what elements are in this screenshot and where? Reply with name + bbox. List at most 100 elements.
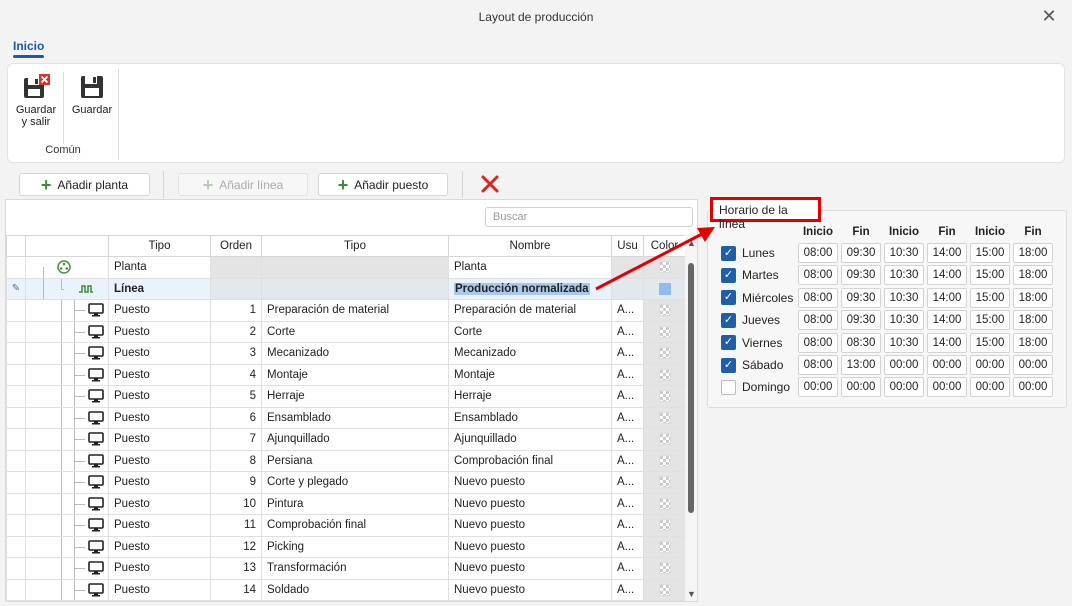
cell-usu[interactable]: A... (611, 428, 644, 451)
cell-nombre[interactable]: Ajunquillado (448, 428, 612, 451)
time-input-start[interactable]: 00:00 (970, 377, 1010, 398)
cell-color[interactable] (643, 449, 686, 472)
cell-usu[interactable]: A... (611, 299, 644, 322)
cell-tipo-puesto[interactable]: Herraje (261, 385, 449, 408)
cell-usu[interactable]: A... (611, 363, 644, 386)
time-input-end[interactable]: 14:00 (927, 243, 967, 263)
cell-orden[interactable]: 11 (210, 514, 262, 537)
time-input-start[interactable]: 08:00 (798, 243, 838, 263)
table-row[interactable]: Puesto 12 Picking Nuevo puesto A... (6, 535, 686, 558)
time-input-end[interactable]: 18:00 (1013, 332, 1053, 353)
cell-orden[interactable]: 1 (210, 299, 262, 322)
time-input-end[interactable]: 00:00 (1013, 355, 1053, 375)
time-input-end[interactable]: 09:30 (841, 243, 881, 263)
cell-color[interactable] (643, 342, 686, 365)
day-checkbox[interactable]: ✓ (721, 245, 736, 261)
col-header-color[interactable]: Color (643, 235, 686, 257)
time-input-end[interactable]: 08:30 (841, 332, 881, 353)
day-checkbox[interactable] (721, 379, 736, 395)
time-input-end[interactable]: 18:00 (1013, 265, 1053, 286)
cell-usu[interactable]: A... (611, 385, 644, 408)
add-station-button[interactable]: + Añadir puesto (318, 173, 448, 196)
cell-usu[interactable]: A... (611, 492, 644, 515)
cell-color[interactable] (643, 406, 686, 429)
cell-nombre[interactable]: Preparación de material (448, 299, 612, 322)
cell-tipo-puesto[interactable]: Ajunquillado (261, 428, 449, 451)
search-input[interactable]: Buscar (485, 207, 693, 227)
time-input-start[interactable]: 10:30 (884, 243, 924, 263)
time-input-end[interactable]: 09:30 (841, 265, 881, 286)
cell-nombre[interactable]: Mecanizado (448, 342, 612, 365)
table-row[interactable]: Puesto 4 Montaje Montaje A... (6, 363, 686, 386)
time-input-start[interactable]: 00:00 (884, 377, 924, 398)
time-input-start[interactable]: 00:00 (798, 377, 838, 398)
cell-color[interactable] (643, 492, 686, 515)
table-row[interactable]: Puesto 6 Ensamblado Ensamblado A... (6, 406, 686, 429)
time-input-start[interactable]: 15:00 (970, 265, 1010, 286)
cell-tipo-puesto[interactable]: Persiana (261, 449, 449, 472)
table-row[interactable]: Puesto 5 Herraje Herraje A... (6, 385, 686, 408)
table-row[interactable]: Puesto 3 Mecanizado Mecanizado A... (6, 342, 686, 365)
table-row[interactable]: Puesto 8 Persiana Comprobación final A... (6, 449, 686, 472)
cell-nombre[interactable]: Nuevo puesto (448, 535, 612, 558)
cell-orden[interactable]: 5 (210, 385, 262, 408)
cell-color[interactable] (643, 557, 686, 580)
cell-usu[interactable]: A... (611, 320, 644, 343)
table-row-line[interactable]: ✎ Línea Producción normalizada (6, 277, 686, 300)
time-input-start[interactable]: 08:00 (798, 332, 838, 353)
time-input-end[interactable]: 00:00 (841, 377, 881, 398)
time-input-start[interactable]: 15:00 (970, 287, 1010, 308)
time-input-start[interactable]: 00:00 (970, 355, 1010, 375)
cell-tipo-puesto[interactable]: Montaje (261, 363, 449, 386)
cell-tipo-puesto[interactable]: Corte (261, 320, 449, 343)
cell-orden[interactable]: 9 (210, 471, 262, 494)
time-input-end[interactable]: 00:00 (1013, 377, 1053, 398)
cell-nombre[interactable]: Nuevo puesto (448, 578, 612, 601)
time-input-start[interactable]: 10:30 (884, 287, 924, 308)
cell-color[interactable] (643, 578, 686, 601)
save-button[interactable]: Guardar (68, 74, 116, 116)
cell-color[interactable] (643, 320, 686, 343)
cell-nombre[interactable]: Nuevo puesto (448, 471, 612, 494)
cell-color[interactable] (643, 277, 686, 300)
cell-color[interactable] (643, 535, 686, 558)
cell-usu[interactable]: A... (611, 578, 644, 601)
close-icon[interactable]: ✕ (1040, 7, 1058, 25)
time-input-end[interactable]: 18:00 (1013, 243, 1053, 263)
time-input-end[interactable]: 18:00 (1013, 310, 1053, 331)
col-header-tipo[interactable]: Tipo (108, 235, 211, 257)
cell-tipo-puesto[interactable]: Mecanizado (261, 342, 449, 365)
cell-usu[interactable]: A... (611, 535, 644, 558)
table-row[interactable]: Puesto 7 Ajunquillado Ajunquillado A... (6, 428, 686, 451)
time-input-start[interactable]: 08:00 (798, 265, 838, 286)
cell-usu[interactable]: A... (611, 406, 644, 429)
day-checkbox[interactable]: ✓ (721, 267, 736, 283)
cell-orden[interactable]: 13 (210, 557, 262, 580)
cell-orden[interactable]: 14 (210, 578, 262, 601)
col-header-nombre[interactable]: Nombre (448, 235, 612, 257)
cell-orden[interactable]: 2 (210, 320, 262, 343)
cell-orden[interactable]: 8 (210, 449, 262, 472)
day-checkbox[interactable]: ✓ (721, 290, 736, 306)
cell-orden[interactable]: 12 (210, 535, 262, 558)
cell-orden[interactable]: 10 (210, 492, 262, 515)
cell-nombre[interactable]: Ensamblado (448, 406, 612, 429)
time-input-start[interactable]: 00:00 (884, 355, 924, 375)
time-input-start[interactable]: 15:00 (970, 310, 1010, 331)
cell-nombre[interactable]: Montaje (448, 363, 612, 386)
time-input-end[interactable]: 00:00 (927, 377, 967, 398)
col-header-usu[interactable]: Usu (611, 235, 644, 257)
cell-color[interactable] (643, 385, 686, 408)
cell-usu[interactable]: A... (611, 342, 644, 365)
time-input-end[interactable]: 14:00 (927, 310, 967, 331)
cell-nombre[interactable]: Nuevo puesto (448, 557, 612, 580)
cell-nombre[interactable]: Planta (448, 256, 612, 279)
time-input-end[interactable]: 09:30 (841, 310, 881, 331)
table-row[interactable]: Puesto 1 Preparación de material Preparació… (6, 299, 686, 322)
scroll-down-icon[interactable]: ▼ (687, 590, 696, 599)
cell-orden[interactable]: 4 (210, 363, 262, 386)
time-input-start[interactable]: 08:00 (798, 287, 838, 308)
time-input-end[interactable]: 14:00 (927, 265, 967, 286)
table-row[interactable]: Puesto 13 Transformación Nuevo puesto A... (6, 557, 686, 580)
tab-inicio[interactable]: Inicio (13, 39, 45, 58)
